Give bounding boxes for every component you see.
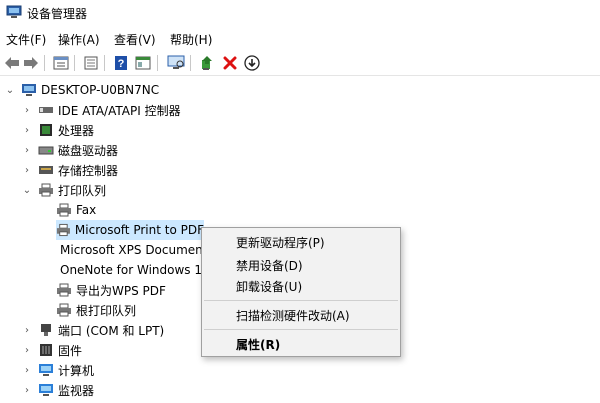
help-icon[interactable]: ? [112, 54, 130, 72]
printer-icon [57, 283, 71, 297]
tree-item-print-queue[interactable]: ⌄ 打印队列 [21, 180, 106, 200]
properties-icon[interactable] [52, 54, 70, 72]
menu-bar: 文件(F) 操作(A) 查看(V) 帮助(H) [0, 28, 600, 50]
context-disable-device[interactable]: 禁用设备(D) [236, 257, 303, 274]
tree-item-onenote[interactable]: OneNote for Windows 10 [56, 260, 204, 280]
context-separator [204, 329, 398, 330]
printer-icon [57, 303, 71, 317]
context-uninstall-device[interactable]: 卸载设备(U) [236, 278, 302, 295]
context-separator [204, 300, 398, 301]
menu-file[interactable]: 文件(F) [6, 31, 46, 48]
chevron-right-icon[interactable]: › [21, 324, 33, 336]
port-icon [41, 324, 51, 336]
chevron-right-icon[interactable]: › [21, 384, 33, 396]
tree-item-wps-pdf[interactable]: 导出为WPS PDF [56, 280, 166, 300]
firmware-icon [40, 344, 52, 356]
chevron-right-icon[interactable]: › [21, 144, 33, 156]
computer-icon [22, 84, 36, 96]
root-label: DESKTOP-U0BN7NC [41, 83, 160, 97]
disk-drive-icon [38, 146, 54, 155]
download-circle-icon[interactable] [243, 54, 261, 72]
chevron-down-icon[interactable]: ⌄ [21, 184, 33, 196]
printer-icon [57, 203, 71, 217]
tree-item-firmware[interactable]: › 固件 [21, 340, 82, 360]
chevron-right-icon[interactable]: › [21, 124, 33, 136]
chevron-right-icon[interactable]: › [21, 364, 33, 376]
tree-item-storage[interactable]: › 存储控制器 [21, 160, 118, 180]
storage-controller-icon [39, 166, 53, 174]
tree-item-disk[interactable]: › 磁盘驱动器 [21, 140, 118, 160]
window-title: 设备管理器 [27, 7, 88, 21]
tree-item-fax[interactable]: Fax [56, 200, 96, 220]
tree-item-ms-print-to-pdf[interactable]: Microsoft Print to PDF [56, 220, 204, 240]
chevron-right-icon[interactable]: › [21, 104, 33, 116]
menu-action[interactable]: 操作(A) [58, 31, 100, 48]
title-bar: 设备管理器 [0, 0, 600, 26]
chevron-right-icon[interactable]: › [21, 344, 33, 356]
menu-help[interactable]: 帮助(H) [170, 31, 212, 48]
toolbar: ? [0, 50, 600, 76]
tree-root[interactable]: ⌄ DESKTOP-U0BN7NC [4, 80, 159, 100]
device-manager-icon [6, 5, 22, 18]
tree-item-processor[interactable]: › 处理器 [21, 120, 94, 140]
context-update-driver[interactable]: 更新驱动程序(P) [236, 234, 325, 251]
ide-controller-icon [39, 107, 53, 113]
tree-item-ide[interactable]: › IDE ATA/ATAPI 控制器 [21, 100, 181, 120]
tree-item-ms-xps[interactable]: Microsoft XPS Document Writer [56, 240, 204, 260]
tree-item-monitor[interactable]: › 监视器 [21, 380, 94, 400]
context-menu: 更新驱动程序(P) 禁用设备(D) 卸载设备(U) 扫描检测硬件改动(A) 属性… [201, 227, 401, 357]
tree-item-keyboard[interactable]: › 键盘 [21, 399, 82, 403]
monitor-icon [39, 384, 53, 396]
printer-icon [39, 183, 53, 197]
tree-item-ports[interactable]: › 端口 (COM 和 LPT) [21, 320, 164, 340]
uninstall-x-icon[interactable] [221, 54, 239, 72]
computer-icon [39, 364, 53, 376]
forward-arrow-icon[interactable] [22, 54, 40, 72]
tree-item-root-print-queue[interactable]: 根打印队列 [56, 300, 136, 320]
back-arrow-icon[interactable] [3, 54, 21, 72]
properties-grid-icon[interactable] [134, 54, 152, 72]
monitor-scan-icon[interactable] [167, 54, 185, 72]
processor-icon [40, 124, 52, 136]
chevron-right-icon[interactable]: › [21, 164, 33, 176]
tree-item-computer[interactable]: › 计算机 [21, 360, 94, 380]
refresh-icon[interactable] [82, 54, 100, 72]
chevron-down-icon[interactable]: ⌄ [4, 84, 16, 96]
context-scan-hardware[interactable]: 扫描检测硬件改动(A) [236, 307, 350, 324]
menu-view[interactable]: 查看(V) [114, 31, 156, 48]
update-driver-icon[interactable] [198, 54, 216, 72]
printer-icon [56, 223, 70, 237]
svg-text:?: ? [118, 58, 125, 70]
context-properties[interactable]: 属性(R) [236, 336, 280, 353]
